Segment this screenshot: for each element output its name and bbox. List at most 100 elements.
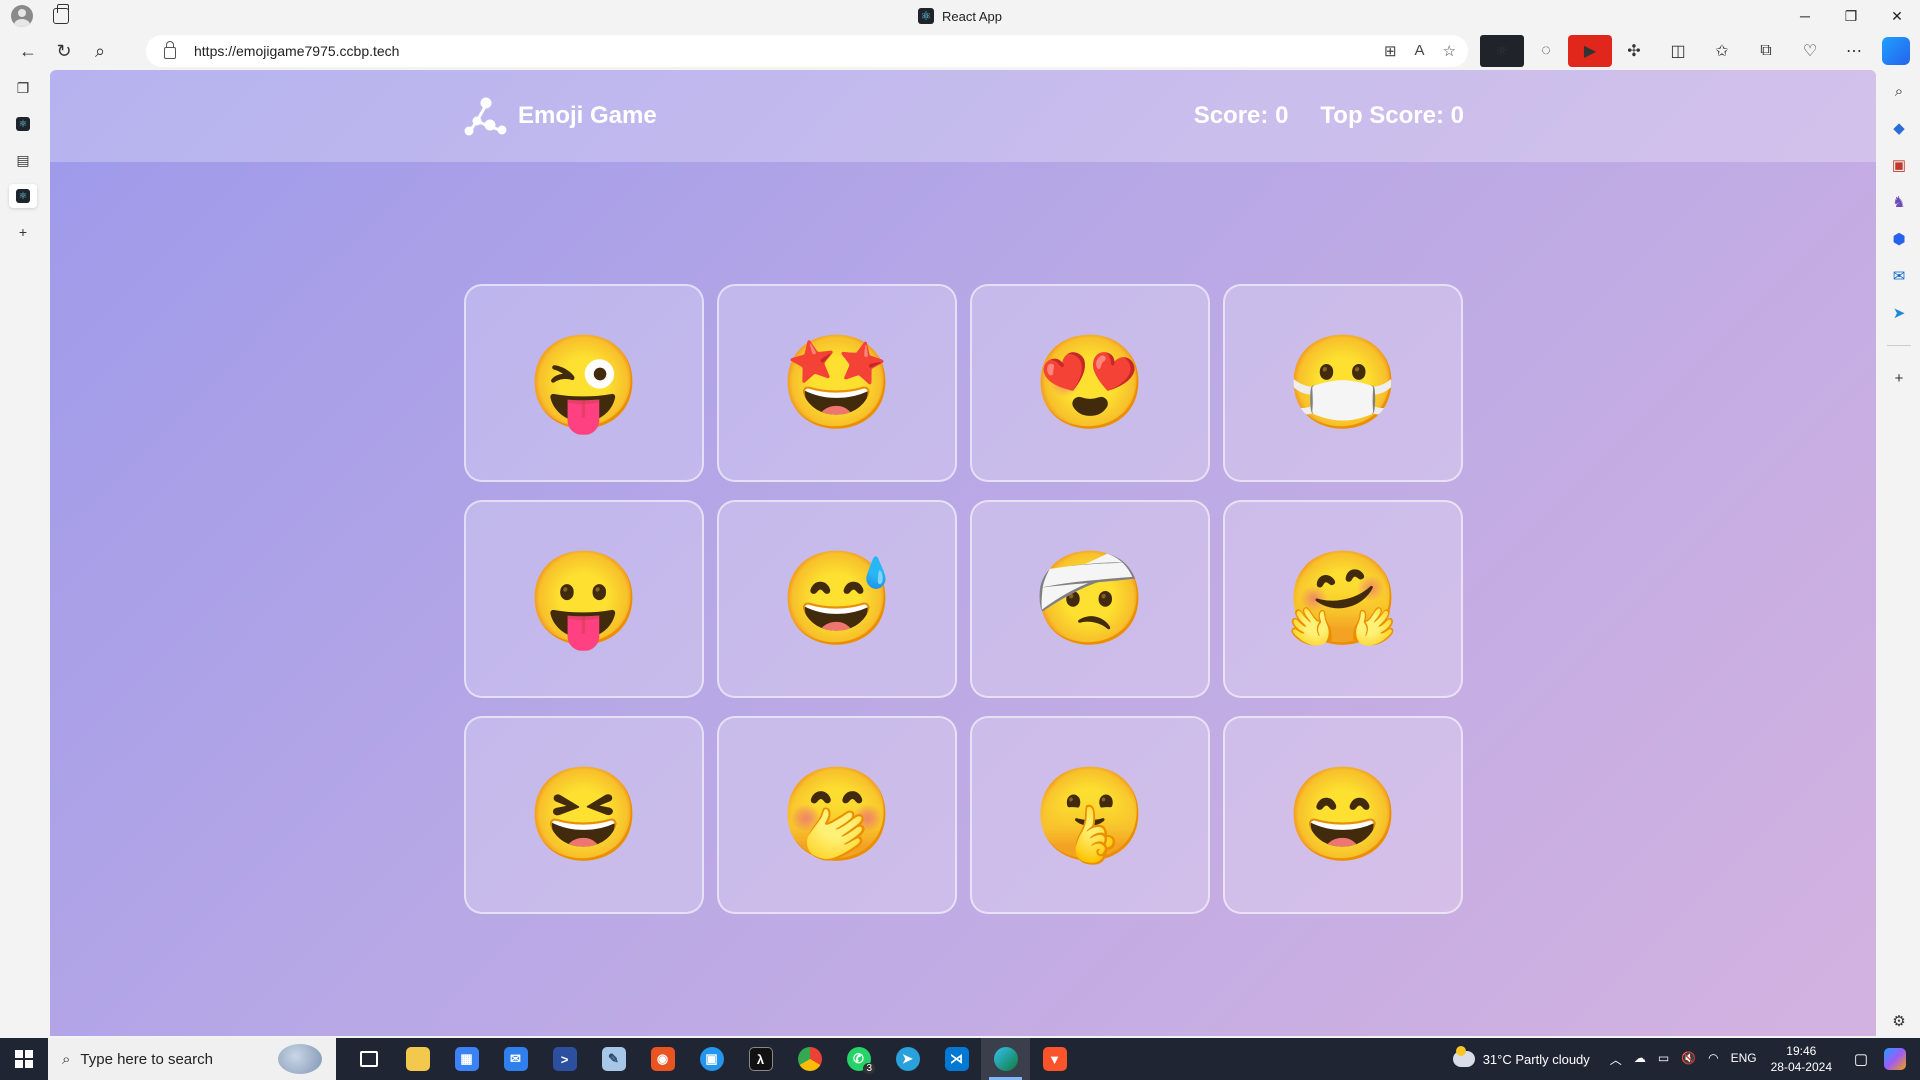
top-score-text: Top Score: 0 <box>1320 102 1464 129</box>
emoji-card[interactable]: 😜 <box>464 284 704 482</box>
score-panel: Score: 0 Top Score: 0 <box>1194 102 1464 130</box>
outlook-icon[interactable]: ✉ <box>1888 265 1910 287</box>
search-icon[interactable]: ⌕ <box>82 35 118 67</box>
emoji-card[interactable]: 🤭 <box>717 716 957 914</box>
emoji-grid: 😜 🤩 😍 😷 😛 😅 🤕 🤗 😆 🤭 🤫 😄 <box>464 284 1463 914</box>
task-view-icon[interactable] <box>344 1038 393 1080</box>
ubuntu-icon[interactable]: ◉ <box>638 1038 687 1080</box>
heart-eyes-emoji: 😍 <box>1032 332 1148 434</box>
brave-icon[interactable]: ▼ <box>1030 1038 1079 1080</box>
telegram-icon[interactable]: ➤ <box>883 1038 932 1080</box>
onedrive-icon[interactable]: ☁ <box>1634 1051 1646 1068</box>
powershell-icon[interactable]: > <box>540 1038 589 1080</box>
wifi-icon[interactable]: ◠ <box>1708 1051 1718 1068</box>
profile-icon[interactable] <box>11 5 33 27</box>
tab-calendar-icon[interactable]: ▤ <box>9 148 37 172</box>
start-button[interactable] <box>0 1038 48 1080</box>
grinning-squinting-emoji: 😆 <box>526 764 642 866</box>
minimize-button[interactable]: ─ <box>1782 0 1828 32</box>
app-available-icon[interactable]: ⊞ <box>1384 42 1397 60</box>
url-text[interactable]: https://emojigame7975.ccbp.tech <box>194 43 399 59</box>
clock[interactable]: 19:46 28-04-2024 <box>1771 1043 1832 1075</box>
split-screen-icon[interactable]: ◫ <box>1656 35 1700 67</box>
favorite-star-icon[interactable]: ☆ <box>1443 42 1456 60</box>
copilot-icon[interactable] <box>1882 37 1910 65</box>
favorites-icon[interactable]: ✩ <box>1700 35 1744 67</box>
language-indicator[interactable]: ENG <box>1731 1051 1757 1068</box>
emoji-card[interactable]: 😆 <box>464 716 704 914</box>
vscode-icon[interactable]: ⋊ <box>932 1038 981 1080</box>
system-tray: 31°C Partly cloudy ︿ ☁ ▭ 🔇 ◠ ENG 19:46 2… <box>1452 1038 1920 1080</box>
microsoft-store-icon[interactable]: ▦ <box>442 1038 491 1080</box>
refresh-icon[interactable]: ↻ <box>46 35 82 67</box>
chrome-icon[interactable] <box>785 1038 834 1080</box>
notepad-icon[interactable]: ✎ <box>589 1038 638 1080</box>
add-sidebar-app-icon[interactable]: + <box>1888 367 1910 389</box>
smiling-eyes-emoji: 😄 <box>1285 764 1401 866</box>
react-devtools-extension-icon[interactable]: ⚛ <box>1480 35 1524 67</box>
more-menu-icon[interactable]: ⋯ <box>1832 35 1876 67</box>
face-with-tongue-emoji: 😛 <box>526 548 642 650</box>
extensions-puzzle-icon[interactable]: ✣ <box>1612 35 1656 67</box>
hand-over-mouth-emoji: 🤭 <box>779 764 895 866</box>
new-tab-plus-icon[interactable]: + <box>9 220 37 244</box>
app-header: Emoji Game Score: 0 Top Score: 0 <box>50 70 1876 162</box>
close-button[interactable]: ✕ <box>1874 0 1920 32</box>
emoji-card[interactable]: 😅 <box>717 500 957 698</box>
file-explorer-icon[interactable] <box>393 1038 442 1080</box>
battery-icon[interactable]: ▭ <box>1658 1051 1669 1068</box>
emoji-card[interactable]: 😄 <box>1223 716 1463 914</box>
games-icon[interactable]: ♞ <box>1888 191 1910 213</box>
copilot-taskbar-icon[interactable] <box>1884 1048 1906 1070</box>
tools-briefcase-icon[interactable]: ▣ <box>1888 154 1910 176</box>
volume-muted-icon[interactable]: 🔇 <box>1681 1051 1696 1068</box>
browser-toolbar: ← ↻ ⌕ https://emojigame7975.ccbp.tech ⊞ … <box>0 32 1920 70</box>
star-struck-emoji: 🤩 <box>779 332 895 434</box>
edge-sidebar: ⌕ ◆ ▣ ♞ ⬢ ✉ ➤ + ⚙ <box>1878 70 1920 1038</box>
search-highlight-image <box>278 1044 322 1074</box>
lock-icon[interactable] <box>164 41 176 59</box>
medical-mask-emoji: 😷 <box>1285 332 1401 434</box>
sidebar-search-icon[interactable]: ⌕ <box>1888 80 1910 102</box>
windows-taskbar: ⌕ Type here to search ▦ ✉ > ✎ ◉ ▣ λ ✆ 3 ➤… <box>0 1038 1920 1080</box>
shopping-tag-icon[interactable]: ◆ <box>1888 117 1910 139</box>
page-viewport: Emoji Game Score: 0 Top Score: 0 😜 🤩 😍 😷… <box>50 70 1876 1036</box>
microsoft-365-icon[interactable]: ⬢ <box>1888 228 1910 250</box>
logo-icon <box>464 97 507 136</box>
docker-icon[interactable]: ▣ <box>687 1038 736 1080</box>
show-hidden-icons-icon[interactable]: ︿ <box>1610 1051 1622 1068</box>
search-placeholder: Type here to search <box>80 1050 213 1068</box>
mail-icon[interactable]: ✉ <box>491 1038 540 1080</box>
settings-gear-icon[interactable]: ⚙ <box>1888 1010 1910 1032</box>
tab-react-app-1[interactable]: ⚛ <box>9 112 37 136</box>
emoji-card[interactable]: 😛 <box>464 500 704 698</box>
extension-icon[interactable]: ◌ <box>1524 35 1568 67</box>
browser-essentials-icon[interactable]: ♡ <box>1788 35 1832 67</box>
edge-browser-icon[interactable] <box>981 1038 1030 1080</box>
tab-actions-icon[interactable]: ❐ <box>9 76 37 100</box>
drop-send-icon[interactable]: ➤ <box>1888 302 1910 324</box>
collections-icon[interactable]: ⧉ <box>1744 35 1788 67</box>
whatsapp-icon[interactable]: ✆ 3 <box>834 1038 883 1080</box>
partly-cloudy-icon <box>1452 1046 1475 1067</box>
youtube-extension-icon[interactable]: ▶ <box>1568 35 1612 67</box>
notifications-icon[interactable]: ▢ <box>1846 1050 1876 1068</box>
emoji-card[interactable]: 😷 <box>1223 284 1463 482</box>
workspaces-icon[interactable] <box>53 4 69 24</box>
restore-button[interactable]: ❐ <box>1828 0 1874 32</box>
tab-react-app-active[interactable]: ⚛ <box>9 184 37 208</box>
shushing-face-emoji: 🤫 <box>1032 764 1148 866</box>
emoji-card[interactable]: 🤗 <box>1223 500 1463 698</box>
taskbar-search[interactable]: ⌕ Type here to search <box>48 1038 336 1080</box>
emoji-card[interactable]: 😍 <box>970 284 1210 482</box>
back-arrow-icon[interactable]: ← <box>10 35 46 67</box>
weather-widget[interactable]: 31°C Partly cloudy <box>1452 1046 1590 1067</box>
dev-terminal-icon[interactable]: λ <box>736 1038 785 1080</box>
read-aloud-icon[interactable]: A <box>1415 42 1425 60</box>
emoji-card[interactable]: 🤩 <box>717 284 957 482</box>
emoji-card[interactable]: 🤕 <box>970 500 1210 698</box>
window-title: ⚛ React App <box>918 8 1002 24</box>
app-title: Emoji Game <box>518 102 657 129</box>
address-bar[interactable]: https://emojigame7975.ccbp.tech ⊞ A ☆ <box>146 35 1468 67</box>
emoji-card[interactable]: 🤫 <box>970 716 1210 914</box>
